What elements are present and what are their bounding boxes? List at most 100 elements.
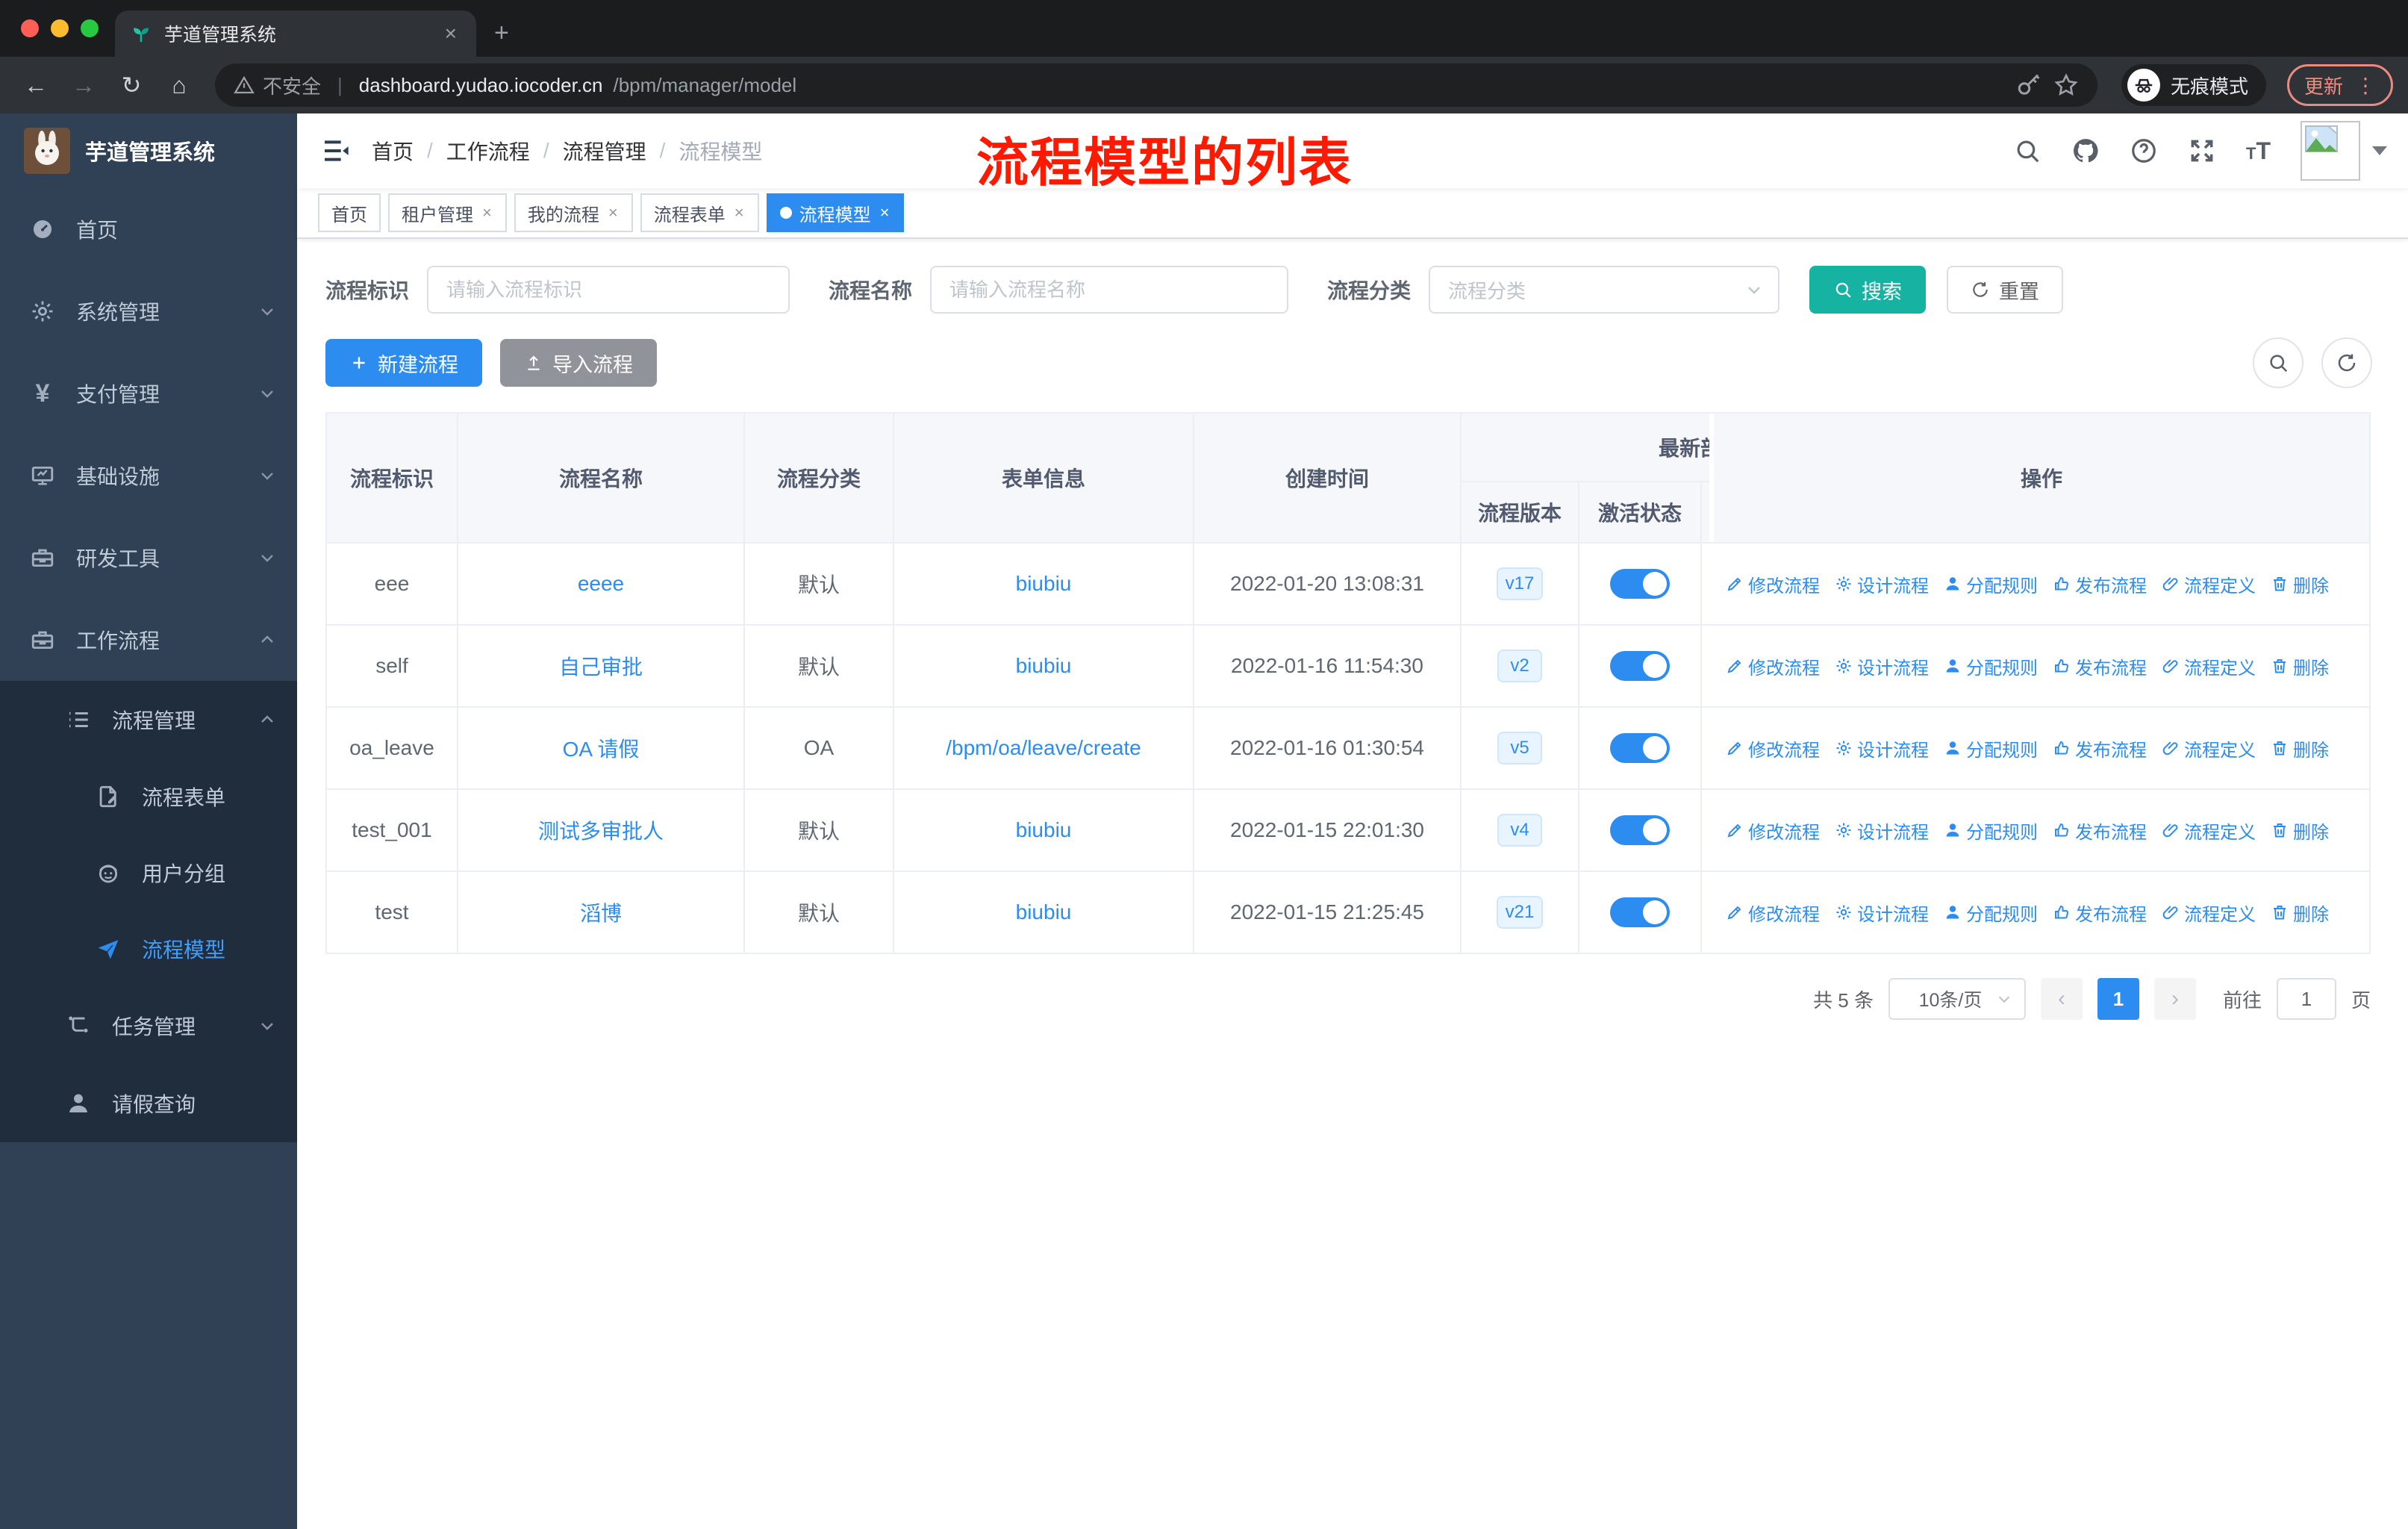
sidebar-item-workflow[interactable]: 工作流程 [0,599,297,681]
password-key-icon[interactable] [2015,72,2042,99]
action-assign-rule[interactable]: 分配规则 [1944,653,2038,679]
create-process-button[interactable]: 新建流程 [325,339,482,387]
tag-close-icon[interactable]: × [879,203,891,222]
action-delete[interactable]: 删除 [2271,653,2329,679]
process-category-select[interactable]: 流程分类 [1429,266,1780,314]
action-design-process[interactable]: 设计流程 [1835,653,1929,679]
process-name-link[interactable]: eeee [578,572,624,596]
address-bar[interactable]: 不安全 | dashboard.yudao.iocoder.cn/bpm/man… [215,63,2097,107]
hamburger-collapse-icon[interactable] [321,136,351,166]
sidebar-item-dev-tools[interactable]: 研发工具 [0,517,297,599]
close-window-button[interactable] [21,19,39,37]
reload-button[interactable]: ↻ [110,71,152,99]
action-delete[interactable]: 删除 [2271,818,2329,844]
action-design-process[interactable]: 设计流程 [1835,571,1929,597]
form-info-link[interactable]: biubiu [1016,654,1072,678]
font-size-icon[interactable]: TT [2246,137,2271,165]
sidebar-item-system[interactable]: 系统管理 [0,270,297,352]
breadcrumb-home[interactable]: 首页 [372,136,414,166]
action-process-definition[interactable]: 流程定义 [2162,571,2256,597]
import-process-button[interactable]: 导入流程 [500,339,657,387]
action-process-definition[interactable]: 流程定义 [2162,735,2256,762]
action-edit-process[interactable]: 修改流程 [1726,653,1820,679]
tag-close-icon[interactable]: × [607,203,620,222]
search-icon[interactable] [2013,137,2042,165]
process-name-input[interactable] [930,266,1289,314]
fullscreen-icon[interactable] [2188,137,2216,165]
sidebar-item-payment[interactable]: ¥ 支付管理 [0,352,297,435]
process-name-link[interactable]: 测试多审批人 [538,815,664,845]
process-key-input[interactable] [427,266,790,314]
action-publish-process[interactable]: 发布流程 [2053,735,2147,762]
tag-process-model[interactable]: 流程模型 × [766,193,905,232]
action-edit-process[interactable]: 修改流程 [1726,900,1820,926]
action-design-process[interactable]: 设计流程 [1835,735,1929,762]
tag-home[interactable]: 首页 [318,193,381,232]
active-toggle[interactable] [1610,651,1670,681]
window-controls[interactable] [21,19,99,37]
action-assign-rule[interactable]: 分配规则 [1944,571,2038,597]
help-icon[interactable] [2130,137,2158,165]
back-button[interactable]: ← [15,72,57,99]
active-toggle[interactable] [1610,569,1670,599]
action-delete[interactable]: 删除 [2271,571,2329,597]
home-button[interactable]: ⌂ [158,72,200,99]
sidebar-item-infrastructure[interactable]: 基础设施 [0,435,297,517]
action-assign-rule[interactable]: 分配规则 [1944,900,2038,926]
form-info-link[interactable]: biubiu [1016,818,1072,842]
active-toggle[interactable] [1610,897,1670,927]
action-design-process[interactable]: 设计流程 [1835,900,1929,926]
minimize-window-button[interactable] [51,19,69,37]
active-toggle[interactable] [1610,815,1670,845]
browser-menu-icon[interactable]: ⋮ [2355,73,2376,98]
action-publish-process[interactable]: 发布流程 [2053,571,2147,597]
browser-update-button[interactable]: 更新 ⋮ [2286,64,2393,106]
action-process-definition[interactable]: 流程定义 [2162,818,2256,844]
sidebar-item-task-management[interactable]: 任务管理 [0,987,297,1065]
sidebar-item-process-management[interactable]: 流程管理 [0,681,297,759]
form-info-link[interactable]: biubiu [1016,900,1072,924]
user-avatar[interactable] [2301,121,2387,181]
breadcrumb-workflow[interactable]: 工作流程 [446,136,530,166]
current-page-button[interactable]: 1 [2097,978,2139,1020]
action-publish-process[interactable]: 发布流程 [2053,900,2147,926]
next-page-button[interactable]: › [2153,978,2196,1020]
breadcrumb-process-management[interactable]: 流程管理 [563,136,646,166]
action-process-definition[interactable]: 流程定义 [2162,900,2256,926]
action-design-process[interactable]: 设计流程 [1835,818,1929,844]
process-name-link[interactable]: 滔博 [580,897,622,927]
action-delete[interactable]: 删除 [2271,900,2329,926]
action-assign-rule[interactable]: 分配规则 [1944,735,2038,762]
tag-close-icon[interactable]: × [481,203,493,222]
action-edit-process[interactable]: 修改流程 [1726,735,1820,762]
sidebar-item-home[interactable]: 首页 [0,188,297,270]
action-edit-process[interactable]: 修改流程 [1726,818,1820,844]
action-publish-process[interactable]: 发布流程 [2053,818,2147,844]
action-assign-rule[interactable]: 分配规则 [1944,818,2038,844]
forward-button[interactable]: → [63,72,105,99]
refresh-table-button[interactable] [2321,337,2372,388]
bookmark-star-icon[interactable] [2053,72,2080,99]
process-name-link[interactable]: OA 请假 [563,733,640,763]
browser-tab[interactable]: 芋道管理系统 × [115,10,476,57]
action-publish-process[interactable]: 发布流程 [2053,653,2147,679]
action-edit-process[interactable]: 修改流程 [1726,571,1820,597]
github-icon[interactable] [2071,137,2100,165]
sidebar-item-leave-query[interactable]: 请假查询 [0,1065,297,1142]
process-name-link[interactable]: 自己审批 [559,651,643,681]
sidebar-item-process-model[interactable]: 流程模型 [0,911,297,987]
reset-button[interactable]: 重置 [1947,266,2064,314]
page-size-select[interactable]: 10条/页 [1888,978,2026,1020]
tag-tenant[interactable]: 租户管理 × [388,193,507,232]
active-toggle[interactable] [1610,733,1670,763]
tag-close-icon[interactable]: × [733,203,746,222]
new-tab-button[interactable]: + [494,19,509,48]
sidebar-item-process-form[interactable]: 流程表单 [0,759,297,835]
tab-close-icon[interactable]: × [440,22,461,46]
tag-process-form[interactable]: 流程表单 × [640,193,759,232]
prev-page-button[interactable]: ‹ [2040,978,2083,1020]
toggle-search-button[interactable] [2253,337,2303,388]
search-button[interactable]: 搜索 [1809,266,1927,314]
action-delete[interactable]: 删除 [2271,735,2329,762]
form-info-link[interactable]: /bpm/oa/leave/create [946,736,1141,760]
